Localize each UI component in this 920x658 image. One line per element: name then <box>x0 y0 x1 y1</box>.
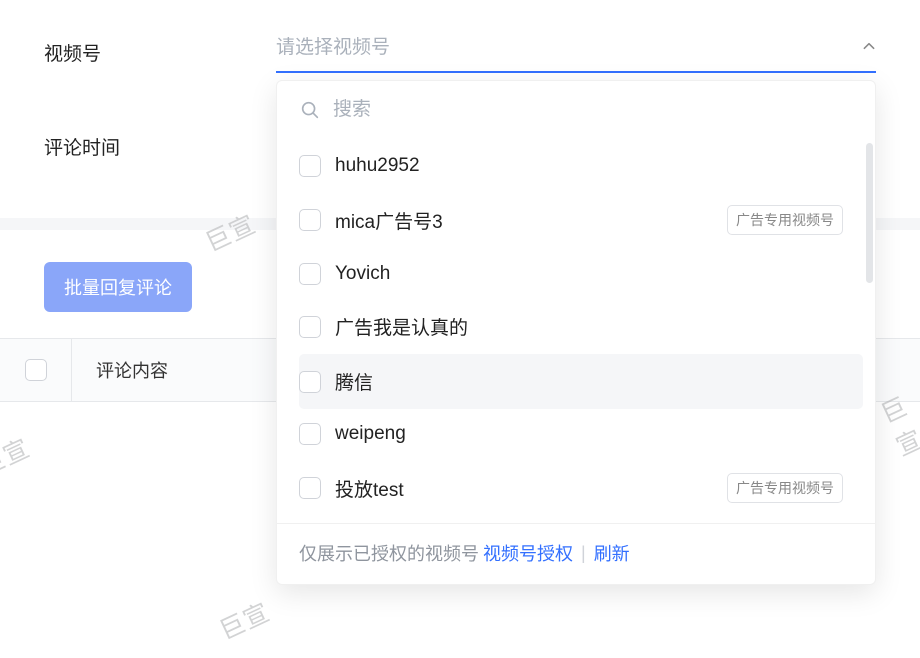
options-area: huhu2952 mica广告号3 广告专用视频号 Yovich 广告我是认真的腾信 we… <box>277 135 875 523</box>
label-time: 评论时间 <box>44 133 276 160</box>
chevron-up-icon <box>862 39 876 53</box>
options-list: huhu2952 mica广告号3 广告专用视频号 Yovich 广告我是认真的腾信 we… <box>277 141 863 517</box>
option-label: 腾信 <box>335 368 843 395</box>
select-placeholder: 请选择视频号 <box>276 32 390 59</box>
form-row-video: 视频号 请选择视频号 <box>0 0 920 73</box>
scrollbar[interactable] <box>866 143 873 283</box>
option-checkbox[interactable] <box>299 316 321 338</box>
option-item[interactable]: 广告我是认真的 <box>299 299 863 354</box>
option-item[interactable]: 腾信 <box>299 354 863 409</box>
select-all-checkbox[interactable] <box>25 359 47 381</box>
option-label: huhu2952 <box>335 155 843 177</box>
option-item[interactable]: 投放test 广告专用视频号 <box>299 459 863 517</box>
ad-badge: 广告专用视频号 <box>727 205 843 235</box>
option-checkbox[interactable] <box>299 155 321 177</box>
option-label: mica广告号3 <box>335 207 713 234</box>
dropdown-footer: 仅展示已授权的视频号 视频号授权 | 刷新 <box>277 523 875 584</box>
label-video: 视频号 <box>44 39 276 66</box>
watermark: 巨宣 <box>199 205 261 260</box>
option-checkbox[interactable] <box>299 477 321 499</box>
select-video[interactable]: 请选择视频号 <box>276 32 876 73</box>
search-row <box>277 81 875 135</box>
video-dropdown: huhu2952 mica广告号3 广告专用视频号 Yovich 广告我是认真的腾信 we… <box>276 80 876 585</box>
search-input[interactable] <box>333 99 853 121</box>
footer-link-refresh[interactable]: 刷新 <box>594 540 630 566</box>
option-checkbox[interactable] <box>299 371 321 393</box>
table-header-checkbox-cell <box>0 339 72 401</box>
option-checkbox[interactable] <box>299 423 321 445</box>
bulk-reply-button[interactable]: 批量回复评论 <box>44 262 192 312</box>
option-checkbox[interactable] <box>299 209 321 231</box>
option-item[interactable]: mica广告号3 广告专用视频号 <box>299 191 863 249</box>
footer-note: 仅展示已授权的视频号 <box>299 540 479 566</box>
table-header-comment: 评论内容 <box>72 339 192 401</box>
ad-badge: 广告专用视频号 <box>727 473 843 503</box>
watermark: 巨宣 <box>0 429 35 484</box>
watermark: 巨宣 <box>213 593 275 648</box>
footer-link-auth[interactable]: 视频号授权 <box>483 540 573 566</box>
option-item[interactable]: huhu2952 <box>299 141 863 191</box>
option-item[interactable]: weipeng <box>299 409 863 459</box>
option-label: 广告我是认真的 <box>335 313 843 340</box>
option-item[interactable]: Yovich <box>299 249 863 299</box>
option-label: weipeng <box>335 423 843 445</box>
option-label: Yovich <box>335 263 843 285</box>
footer-separator: | <box>581 543 586 564</box>
option-label: 投放test <box>335 475 713 502</box>
option-checkbox[interactable] <box>299 263 321 285</box>
search-icon <box>299 99 321 121</box>
